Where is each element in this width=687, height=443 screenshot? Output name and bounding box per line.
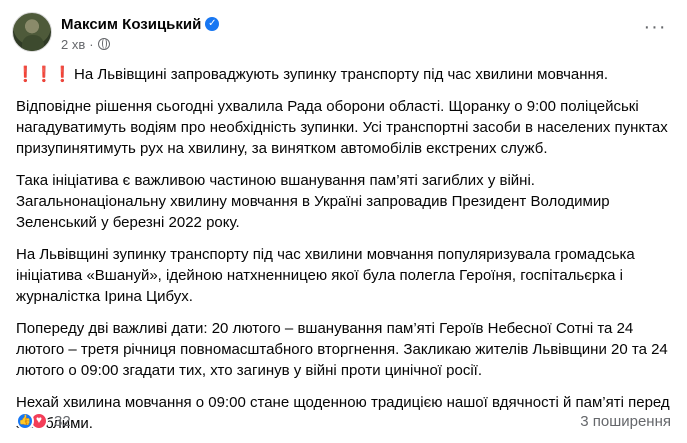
- shares-count[interactable]: 3 поширення: [580, 413, 671, 430]
- post-paragraph: На Львівщині зупинку транспорту під час …: [16, 246, 635, 305]
- post-footer: 👍 ♥ 32 3 поширення: [16, 409, 671, 433]
- facebook-post: Максим Козицький ✓ 2 хв · ··· ❗❗❗ На Льві…: [0, 0, 687, 443]
- more-options-button[interactable]: ···: [639, 16, 671, 48]
- verified-badge-icon: ✓: [205, 17, 220, 31]
- post-paragraph: Попереду дві важливі дати: 20 лютого – в…: [16, 320, 668, 379]
- post-paragraph: Така ініціатива є важливою частиною вшан…: [16, 172, 610, 231]
- author-avatar[interactable]: [12, 12, 52, 52]
- post-timestamp[interactable]: 2 хв: [61, 37, 85, 52]
- post-text: ❗❗❗ На Львівщині запроваджують зупинку тр…: [16, 64, 671, 443]
- globe-icon[interactable]: [97, 38, 110, 50]
- author-name-row: Максим Козицький ✓: [61, 14, 220, 34]
- post-meta: 2 хв ·: [61, 36, 110, 52]
- post-paragraph: ❗❗❗ На Львівщині запроваджують зупинку тр…: [16, 66, 609, 83]
- reactions-summary[interactable]: 👍 ♥ 32: [16, 412, 71, 430]
- post-paragraph: Відповідне рішення сьогодні ухвалила Рад…: [16, 98, 668, 157]
- exclamation-icon: ❗❗❗: [16, 66, 73, 83]
- reaction-count[interactable]: 32: [54, 413, 71, 430]
- author-name[interactable]: Максим Козицький: [61, 16, 201, 33]
- meta-separator: ·: [89, 36, 94, 52]
- like-reaction-icon: 👍: [16, 412, 34, 430]
- post-header: Максим Козицький ✓ 2 хв · ···: [12, 12, 675, 56]
